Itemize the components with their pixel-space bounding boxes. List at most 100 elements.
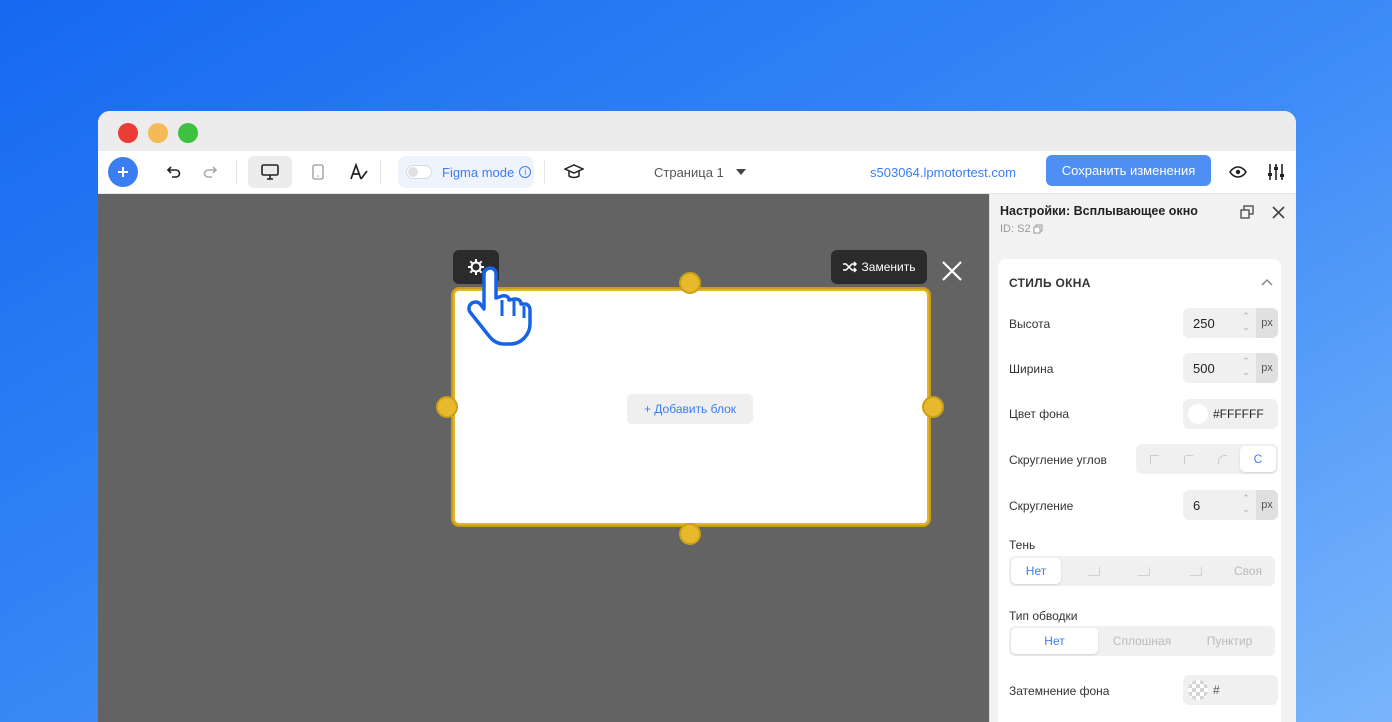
chevron-up-icon[interactable] bbox=[1261, 278, 1273, 286]
plus-icon bbox=[118, 167, 128, 177]
mobile-view-button[interactable] bbox=[308, 162, 328, 182]
save-button[interactable]: Сохранить изменения bbox=[1046, 155, 1211, 186]
height-unit: px bbox=[1256, 308, 1278, 338]
eye-icon bbox=[1229, 166, 1247, 178]
window-detach-icon bbox=[1240, 205, 1254, 219]
editor-toolbar: Figma mode i Страница 1 s503064.lpmotort… bbox=[98, 151, 1296, 194]
radius-label: Скругление bbox=[1009, 499, 1074, 513]
redo-button[interactable] bbox=[200, 162, 220, 182]
radius-unit: px bbox=[1256, 490, 1278, 520]
minimize-window-button[interactable] bbox=[148, 123, 168, 143]
corner-small-icon[interactable] bbox=[1184, 455, 1193, 464]
info-icon: i bbox=[519, 166, 532, 178]
overlay-color-input[interactable]: # bbox=[1183, 675, 1278, 705]
height-label: Высота bbox=[1009, 317, 1051, 331]
shadow-small-option[interactable] bbox=[1069, 558, 1119, 584]
border-solid-option[interactable]: Сплошная bbox=[1098, 628, 1186, 654]
shadow-custom-option[interactable]: Своя bbox=[1223, 558, 1273, 584]
panel-title: Настройки: Всплывающее окно bbox=[1000, 204, 1198, 218]
radius-input[interactable]: 6 ⌃ ⌄ px bbox=[1183, 490, 1278, 520]
shadow-large-icon bbox=[1190, 566, 1202, 576]
toggle-switch[interactable] bbox=[406, 165, 432, 179]
editor-canvas[interactable]: Заменить + Добавить блок bbox=[98, 194, 989, 722]
desktop-icon bbox=[261, 164, 279, 180]
graduation-cap-icon bbox=[564, 164, 584, 179]
width-label: Ширина bbox=[1009, 362, 1054, 376]
copy-icon[interactable] bbox=[1033, 224, 1043, 234]
shadow-large-option[interactable] bbox=[1171, 558, 1221, 584]
settings-sliders-button[interactable] bbox=[1265, 161, 1287, 183]
figma-mode-label: Figma mode bbox=[442, 164, 515, 180]
redo-icon bbox=[203, 166, 218, 178]
stepper-icon[interactable]: ⌃ ⌄ bbox=[1241, 493, 1251, 515]
close-popup-button[interactable] bbox=[940, 259, 964, 283]
detach-panel-button[interactable] bbox=[1240, 205, 1254, 219]
corner-large-icon[interactable] bbox=[1218, 455, 1227, 464]
stepper-icon[interactable]: ⌃ ⌄ bbox=[1241, 311, 1251, 333]
sliders-icon bbox=[1268, 164, 1284, 180]
bg-color-input[interactable]: #FFFFFF bbox=[1183, 399, 1278, 429]
typography-button[interactable] bbox=[348, 161, 370, 183]
height-input[interactable]: 250 ⌃ ⌄ px bbox=[1183, 308, 1278, 338]
pointer-hand-icon bbox=[467, 266, 532, 346]
radius-value: 6 bbox=[1193, 498, 1201, 513]
color-swatch[interactable] bbox=[1188, 404, 1208, 424]
resize-handle-right[interactable] bbox=[922, 396, 944, 418]
desktop-view-button[interactable] bbox=[248, 156, 292, 188]
mobile-icon bbox=[312, 164, 324, 180]
section-title: СТИЛЬ ОКНА bbox=[1009, 276, 1091, 290]
figma-mode-toggle[interactable]: Figma mode i bbox=[398, 156, 534, 188]
corner-style-selector[interactable]: C bbox=[1136, 444, 1278, 474]
overlay-value: # bbox=[1213, 683, 1220, 697]
overlay-label: Затемнение фона bbox=[1009, 684, 1110, 698]
shadow-small-icon bbox=[1088, 566, 1100, 576]
font-style-icon bbox=[350, 163, 368, 180]
bg-color-value: #FFFFFF bbox=[1213, 407, 1264, 421]
height-value: 250 bbox=[1193, 316, 1215, 331]
replace-label: Заменить bbox=[861, 260, 916, 274]
resize-handle-left[interactable] bbox=[436, 396, 458, 418]
width-value: 500 bbox=[1193, 361, 1215, 376]
shadow-medium-icon bbox=[1138, 566, 1150, 576]
border-dashed-option[interactable]: Пунктир bbox=[1186, 628, 1273, 654]
width-input[interactable]: 500 ⌃ ⌄ px bbox=[1183, 353, 1278, 383]
width-unit: px bbox=[1256, 353, 1278, 383]
learning-button[interactable] bbox=[562, 161, 586, 183]
maximize-window-button[interactable] bbox=[178, 123, 198, 143]
close-panel-button[interactable] bbox=[1272, 206, 1286, 220]
corners-label: Скругление углов bbox=[1009, 453, 1107, 467]
shadow-label: Тень bbox=[1009, 538, 1036, 552]
element-id[interactable]: ID: S2 bbox=[1000, 223, 1043, 235]
stepper-icon[interactable]: ⌃ ⌄ bbox=[1241, 356, 1251, 378]
replace-popup-button[interactable]: Заменить bbox=[831, 250, 927, 284]
resize-handle-top[interactable] bbox=[679, 272, 701, 294]
close-window-button[interactable] bbox=[118, 123, 138, 143]
corner-square-icon[interactable] bbox=[1150, 455, 1159, 464]
app-window: Figma mode i Страница 1 s503064.lpmotort… bbox=[98, 111, 1296, 722]
shadow-selector[interactable]: Нет Своя bbox=[1009, 556, 1275, 586]
transparent-swatch[interactable] bbox=[1188, 680, 1208, 700]
title-bar bbox=[98, 111, 1296, 153]
border-none-option[interactable]: Нет bbox=[1011, 628, 1098, 654]
add-block-button[interactable]: + Добавить блок bbox=[627, 394, 753, 424]
border-type-selector[interactable]: Нет Сплошная Пунктир bbox=[1009, 626, 1275, 656]
resize-handle-bottom[interactable] bbox=[679, 523, 701, 545]
element-id-label: ID: S2 bbox=[1000, 223, 1031, 235]
settings-panel: Настройки: Всплывающее окно ID: S2 СТИЛЬ… bbox=[989, 194, 1296, 722]
close-icon bbox=[1272, 206, 1285, 219]
undo-button[interactable] bbox=[164, 162, 184, 182]
shadow-medium-option[interactable] bbox=[1119, 558, 1169, 584]
caret-down-icon bbox=[735, 169, 746, 175]
add-element-button[interactable] bbox=[108, 157, 138, 187]
shadow-none-option[interactable]: Нет bbox=[1011, 558, 1061, 584]
border-label: Тип обводки bbox=[1009, 609, 1078, 623]
bg-color-label: Цвет фона bbox=[1009, 407, 1070, 421]
undo-icon bbox=[166, 166, 181, 178]
site-domain-link[interactable]: s503064.lpmotortest.com bbox=[870, 162, 1016, 182]
preview-button[interactable] bbox=[1227, 162, 1249, 182]
page-selector-label: Страница 1 bbox=[654, 164, 724, 180]
page-selector[interactable]: Страница 1 bbox=[654, 162, 746, 182]
close-icon bbox=[942, 261, 962, 281]
window-style-section: СТИЛЬ ОКНА Высота 250 ⌃ ⌄ px Ширина 500 ⌃… bbox=[998, 259, 1281, 722]
corner-custom-option[interactable]: C bbox=[1240, 446, 1276, 472]
